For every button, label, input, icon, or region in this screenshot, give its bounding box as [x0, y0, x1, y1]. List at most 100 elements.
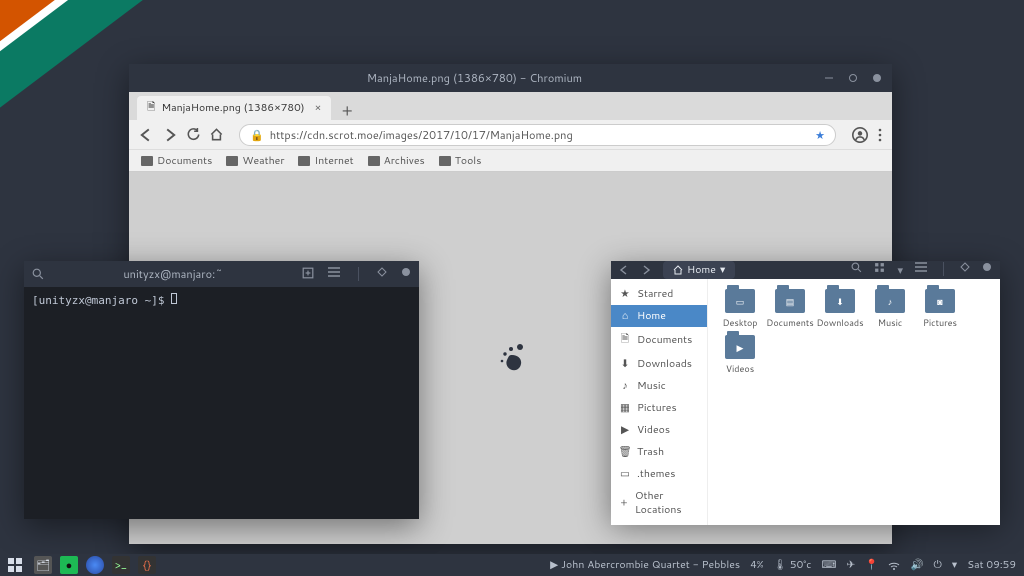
- sidebar-item-starred[interactable]: ★Starred: [611, 283, 707, 305]
- file-label: Pictures: [923, 316, 957, 329]
- folder-desktop[interactable]: ▭Desktop: [718, 289, 762, 329]
- new-tab-icon[interactable]: [302, 267, 314, 281]
- file-label: Music: [878, 316, 903, 329]
- folder-icon: [141, 156, 153, 166]
- file-label: Videos: [726, 362, 754, 375]
- chevron-down-icon[interactable]: ▾: [897, 262, 903, 278]
- new-tab-button[interactable]: +: [337, 100, 357, 120]
- sidebar-item-documents[interactable]: 🗎Documents: [611, 327, 707, 353]
- spotify-task-icon[interactable]: ●: [60, 556, 78, 574]
- gnome-logo: [496, 343, 526, 373]
- folder-icon: ⬇: [825, 289, 855, 313]
- power-icon[interactable]: ⏻: [934, 558, 942, 572]
- address-bar[interactable]: 🔒 https://cdn.scrot.moe/images/2017/10/1…: [239, 124, 836, 146]
- profile-button[interactable]: [852, 127, 868, 143]
- star-icon[interactable]: ★: [815, 127, 825, 143]
- maximize-button[interactable]: [846, 71, 860, 85]
- folder-pictures[interactable]: ◙ Pictures: [918, 289, 962, 329]
- hamburger-icon[interactable]: [328, 267, 340, 281]
- now-playing[interactable]: ▶John Abercrombie Quartet - Pebbles: [550, 558, 740, 572]
- dropdown-icon[interactable]: ▾: [952, 558, 957, 572]
- browser-toolbar: 🔒 https://cdn.scrot.moe/images/2017/10/1…: [129, 120, 892, 150]
- folder-icon: [226, 156, 238, 166]
- browser-tab[interactable]: 🗎 ManjaHome.png (1386×780) ×: [137, 96, 331, 120]
- volume-icon[interactable]: 🔊: [910, 558, 923, 572]
- forward-button[interactable]: [163, 128, 177, 142]
- fm-content[interactable]: ▭Desktop▤Documents ⬇ Downloads ♪Music ◙ Pictu…: [708, 279, 1000, 525]
- bookmarks-bar: Documents Weather Internet Archives Tool…: [129, 150, 892, 172]
- terminal-task-icon[interactable]: >_: [112, 556, 130, 574]
- close-button[interactable]: [982, 262, 992, 278]
- path-chip[interactable]: Home ▾: [663, 261, 735, 279]
- terminal-title: unityzx@manjaro:~: [44, 266, 302, 282]
- back-button[interactable]: [619, 265, 629, 275]
- cursor: [171, 293, 177, 304]
- tab-title: ManjaHome.png (1386×780): [161, 101, 304, 115]
- code-task-icon[interactable]: {}: [138, 556, 156, 574]
- search-icon[interactable]: [32, 268, 44, 280]
- folder-documents[interactable]: ▤Documents: [768, 289, 812, 329]
- hamburger-icon[interactable]: [915, 262, 927, 278]
- clock[interactable]: Sat 09:59: [967, 558, 1016, 572]
- cpu-indicator[interactable]: 4%: [750, 558, 763, 572]
- search-icon[interactable]: [851, 262, 862, 278]
- divider: [943, 262, 944, 276]
- path-label: Home: [687, 263, 716, 277]
- network-icon[interactable]: [888, 560, 900, 570]
- filemanager-task-icon[interactable]: 🗂: [34, 556, 52, 574]
- forward-button[interactable]: [641, 265, 651, 275]
- terminal-titlebar[interactable]: unityzx@manjaro:~: [24, 261, 419, 287]
- bookmark-folder[interactable]: Weather: [226, 154, 284, 167]
- bookmark-folder[interactable]: Tools: [439, 154, 482, 167]
- folder-music[interactable]: ♪Music: [868, 289, 912, 329]
- browser-titlebar[interactable]: ManjaHome.png (1386×780) - Chromium: [129, 64, 892, 92]
- folder-videos[interactable]: ▶Videos: [718, 335, 762, 375]
- terminal-body[interactable]: [unityzx@manjaro ~]$: [24, 287, 419, 519]
- sidebar-item-other-locations[interactable]: +Other Locations: [611, 485, 707, 521]
- folder-downloads[interactable]: ⬇ Downloads: [818, 289, 862, 329]
- bookmark-label: Internet: [314, 154, 353, 168]
- sidebar-item-music[interactable]: ♪Music: [611, 375, 707, 397]
- menu-button[interactable]: [878, 128, 882, 142]
- close-tab-icon[interactable]: ×: [315, 101, 322, 115]
- trash-icon: 🗑: [619, 445, 631, 459]
- close-button[interactable]: [401, 267, 411, 281]
- fm-nav: [619, 265, 651, 275]
- bookmark-folder[interactable]: Archives: [368, 154, 425, 167]
- back-button[interactable]: [139, 128, 153, 142]
- minimize-button[interactable]: [822, 71, 836, 85]
- sidebar-item--themes[interactable]: ▭.themes: [611, 463, 707, 485]
- view-options-icon[interactable]: [874, 262, 885, 278]
- thermometer-icon: 🌡: [774, 558, 787, 572]
- location-icon[interactable]: 📍: [865, 558, 878, 572]
- airplane-icon[interactable]: ✈: [847, 558, 856, 572]
- reload-button[interactable]: [187, 128, 200, 141]
- desktop-root: ManjaHome.png (1386×780) - Chromium 🗎 Ma…: [0, 0, 1024, 576]
- sidebar-item-videos[interactable]: ▶Videos: [611, 419, 707, 441]
- browser-tab-strip: 🗎 ManjaHome.png (1386×780) × +: [129, 92, 892, 120]
- music-icon: ♪: [619, 379, 631, 393]
- chromium-task-icon[interactable]: [86, 556, 104, 574]
- minimize-button[interactable]: [960, 262, 970, 278]
- bottom-panel: 🗂 ● >_ {} ▶John Abercrombie Quartet - Pe…: [0, 554, 1024, 576]
- file-label: Downloads: [816, 316, 863, 329]
- bookmark-label: Weather: [242, 154, 284, 168]
- home-button[interactable]: [210, 128, 223, 141]
- keyboard-icon[interactable]: ⌨: [821, 558, 836, 572]
- bookmark-folder[interactable]: Documents: [141, 154, 212, 167]
- bookmark-folder[interactable]: Internet: [298, 154, 353, 167]
- sidebar-item-pictures[interactable]: ▦Pictures: [611, 397, 707, 419]
- folder-icon: ◙: [925, 289, 955, 313]
- fm-toolbar-right: ▾: [851, 262, 992, 278]
- sidebar-item-label: Videos: [637, 423, 670, 437]
- close-button[interactable]: [870, 71, 884, 85]
- terminal-toolbar-icons: [302, 267, 411, 281]
- app-launcher[interactable]: [8, 558, 22, 572]
- folder-icon: ▭: [725, 289, 755, 313]
- sidebar-item-downloads[interactable]: ⬇Downloads: [611, 353, 707, 375]
- minimize-button[interactable]: [377, 267, 387, 281]
- fm-titlebar[interactable]: Home ▾ ▾: [611, 261, 1000, 279]
- temp-indicator[interactable]: 🌡50°c: [774, 558, 812, 572]
- sidebar-item-trash[interactable]: 🗑Trash: [611, 441, 707, 463]
- sidebar-item-home[interactable]: ⌂Home: [611, 305, 707, 327]
